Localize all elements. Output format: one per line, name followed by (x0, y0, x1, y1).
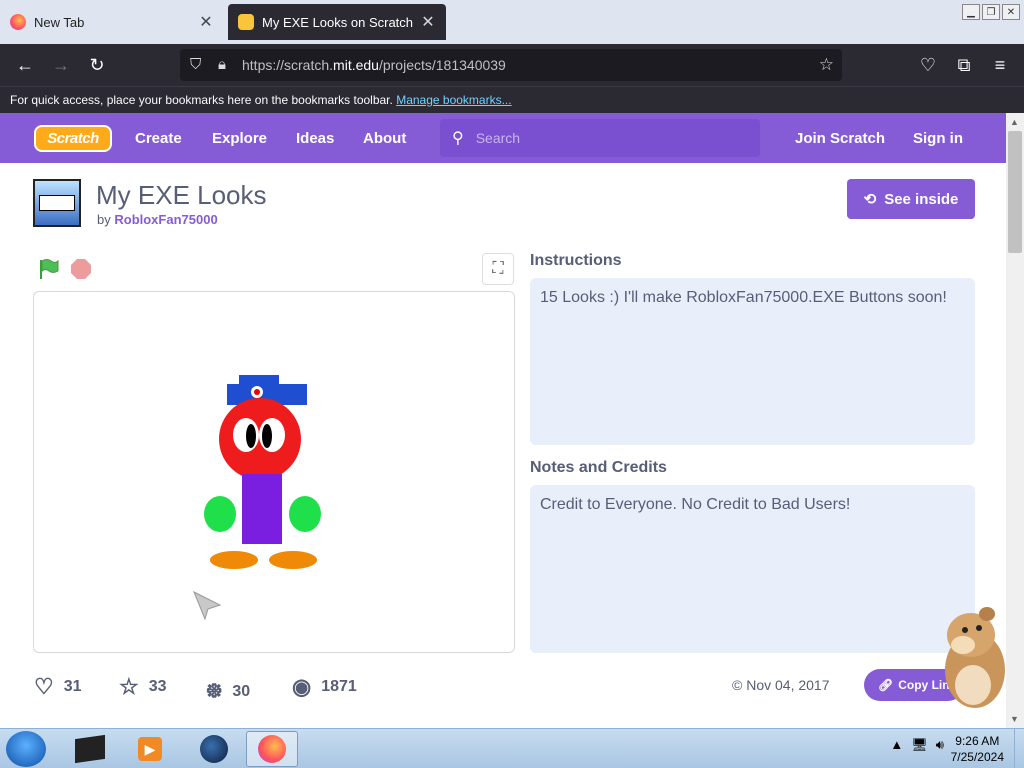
restore-icon[interactable]: ❐ (982, 4, 1000, 20)
taskbar-globe-icon[interactable] (188, 731, 240, 767)
pocket-icon[interactable]: ♡ (917, 54, 939, 76)
see-inside-button[interactable]: ⟲ See inside (847, 179, 975, 219)
bookmarks-toolbar: For quick access, place your bookmarks h… (0, 86, 1024, 113)
scratch-favicon-icon (238, 14, 254, 30)
remix-arrows-icon: ⟲ (863, 191, 877, 208)
remix-spiral-icon: ᪥ (206, 677, 223, 702)
bookmarks-hint: For quick access, place your bookmarks h… (10, 93, 393, 107)
url-text[interactable]: https://scratch.mit.edu/projects/1813400… (242, 57, 842, 73)
nav-create[interactable]: Create (135, 130, 182, 147)
minimize-icon[interactable]: ▁ (962, 4, 980, 20)
back-arrow-icon[interactable]: ← (14, 54, 36, 76)
nav-explore[interactable]: Explore (212, 130, 267, 147)
join-scratch-link[interactable]: Join Scratch (795, 130, 885, 147)
by-label: by (97, 212, 111, 227)
show-desktop-button[interactable] (1014, 729, 1024, 768)
tab-scratch-project[interactable]: My EXE Looks on Scratch ✕ (228, 4, 446, 40)
window-controls: ▁ ❐ ✕ (962, 4, 1020, 20)
taskbar-app-terminal-icon[interactable] (64, 731, 116, 767)
search-input[interactable] (475, 130, 657, 146)
taskbar-firefox-icon[interactable] (246, 731, 298, 767)
views-stat: ◉ 1871 (292, 674, 357, 700)
project-thumbnail[interactable] (33, 179, 81, 227)
url-bar[interactable]: ⛉ 🔒︎ https://scratch.mit.edu/projects/18… (180, 49, 842, 81)
search-box[interactable]: ⚲ (440, 119, 760, 157)
windows-start-icon[interactable] (6, 731, 46, 767)
stop-icon[interactable] (71, 259, 91, 279)
notes-heading: Notes and Credits (530, 459, 667, 476)
menu-icon[interactable]: ≡ (989, 54, 1011, 76)
favorite-stat[interactable]: ☆ 33 (119, 674, 167, 700)
scratch-header: Scratch Create Explore Ideas About ⚲ Joi… (0, 113, 1006, 163)
taskbar-clock[interactable]: 9:26 AM 7/25/2024 (951, 733, 1004, 765)
page-scrollbar[interactable]: ▲ ▼ (1006, 113, 1024, 728)
star-icon[interactable]: ☆ (119, 674, 139, 700)
scrollbar-thumb[interactable] (1008, 131, 1022, 253)
eye-icon: ◉ (292, 674, 312, 699)
instructions-heading: Instructions (530, 252, 622, 269)
clock-date: 7/25/2024 (950, 750, 1004, 764)
taskbar-media-player-icon[interactable]: ▶ (124, 731, 176, 767)
heart-icon[interactable]: ♡ (34, 674, 54, 700)
project-title: My EXE Looks (96, 180, 267, 210)
author-link[interactable]: RobloxFan75000 (114, 212, 217, 227)
instructions-text: 15 Looks :) I'll make RobloxFan75000.EXE… (530, 278, 975, 445)
system-tray: ▲ 🖥︎ 🔊︎ (890, 737, 944, 753)
shared-date: Nov 04, 2017 (746, 677, 830, 693)
tab-title: New Tab (34, 14, 85, 30)
firefox-icon (10, 14, 26, 30)
stage-sprite-art (193, 375, 321, 621)
manage-bookmarks-link[interactable]: Manage bookmarks... (396, 93, 511, 107)
search-icon: ⚲ (452, 130, 464, 147)
views-count: 1871 (321, 678, 357, 695)
tray-expand-icon[interactable]: ▲ (890, 737, 903, 753)
browser-tab-bar: New Tab ✕ My EXE Looks on Scratch ✕ ▁ ❐ … (0, 0, 1024, 44)
project-author-line: by RobloxFan75000 (97, 212, 218, 227)
lock-icon[interactable]: 🔒︎ (218, 56, 226, 73)
tray-volume-icon[interactable]: 🔊︎ (936, 737, 944, 753)
thumbnail-art (39, 195, 75, 211)
sign-in-link[interactable]: Sign in (913, 130, 963, 147)
notes-text: Credit to Everyone. No Credit to Bad Use… (530, 485, 975, 653)
tab-title: My EXE Looks on Scratch (262, 14, 414, 30)
favorite-count: 33 (148, 678, 167, 695)
remix-count: 30 (232, 682, 251, 700)
nav-ideas[interactable]: Ideas (296, 130, 334, 147)
hamster-desktop-pet[interactable] (935, 605, 1007, 710)
scroll-up-icon[interactable]: ▲ (1010, 117, 1019, 127)
reload-icon[interactable]: ↻ (86, 54, 108, 76)
project-date: © Nov 04, 2017 (732, 677, 830, 693)
love-count: 31 (63, 678, 82, 695)
browser-nav-bar: ← → ↻ ⛉ 🔒︎ https://scratch.mit.edu/proje… (0, 44, 1024, 86)
see-inside-label: See inside (884, 190, 959, 208)
tab-new-tab[interactable]: New Tab ✕ (0, 0, 224, 44)
close-tab-icon[interactable]: ✕ (198, 12, 214, 32)
remix-stat: ᪥ 30 (206, 674, 250, 709)
love-stat[interactable]: ♡ 31 (34, 674, 82, 700)
clock-time: 9:26 AM (955, 734, 1000, 748)
tray-network-icon[interactable]: 🖥︎ (911, 737, 928, 753)
link-icon: 🔗︎ (878, 678, 894, 692)
scratch-logo[interactable]: Scratch (34, 125, 112, 152)
bookmark-star-icon[interactable]: ☆ (819, 55, 834, 75)
close-tab-icon[interactable]: ✕ (420, 12, 436, 32)
windows-taskbar: ▶ ▲ 🖥︎ 🔊︎ 9:26 AM 7/25/2024 (0, 728, 1024, 768)
nav-about[interactable]: About (363, 130, 406, 147)
tracking-shield-icon[interactable]: ⛉ (190, 56, 201, 73)
fullscreen-icon[interactable]: ⛶ (482, 253, 514, 285)
scroll-down-icon[interactable]: ▼ (1010, 714, 1019, 724)
extensions-icon[interactable]: ⧉ (953, 54, 975, 76)
green-flag-icon[interactable] (37, 258, 59, 280)
project-stage[interactable] (33, 291, 515, 653)
close-window-icon[interactable]: ✕ (1002, 4, 1020, 20)
forward-arrow-icon[interactable]: → (50, 54, 72, 76)
